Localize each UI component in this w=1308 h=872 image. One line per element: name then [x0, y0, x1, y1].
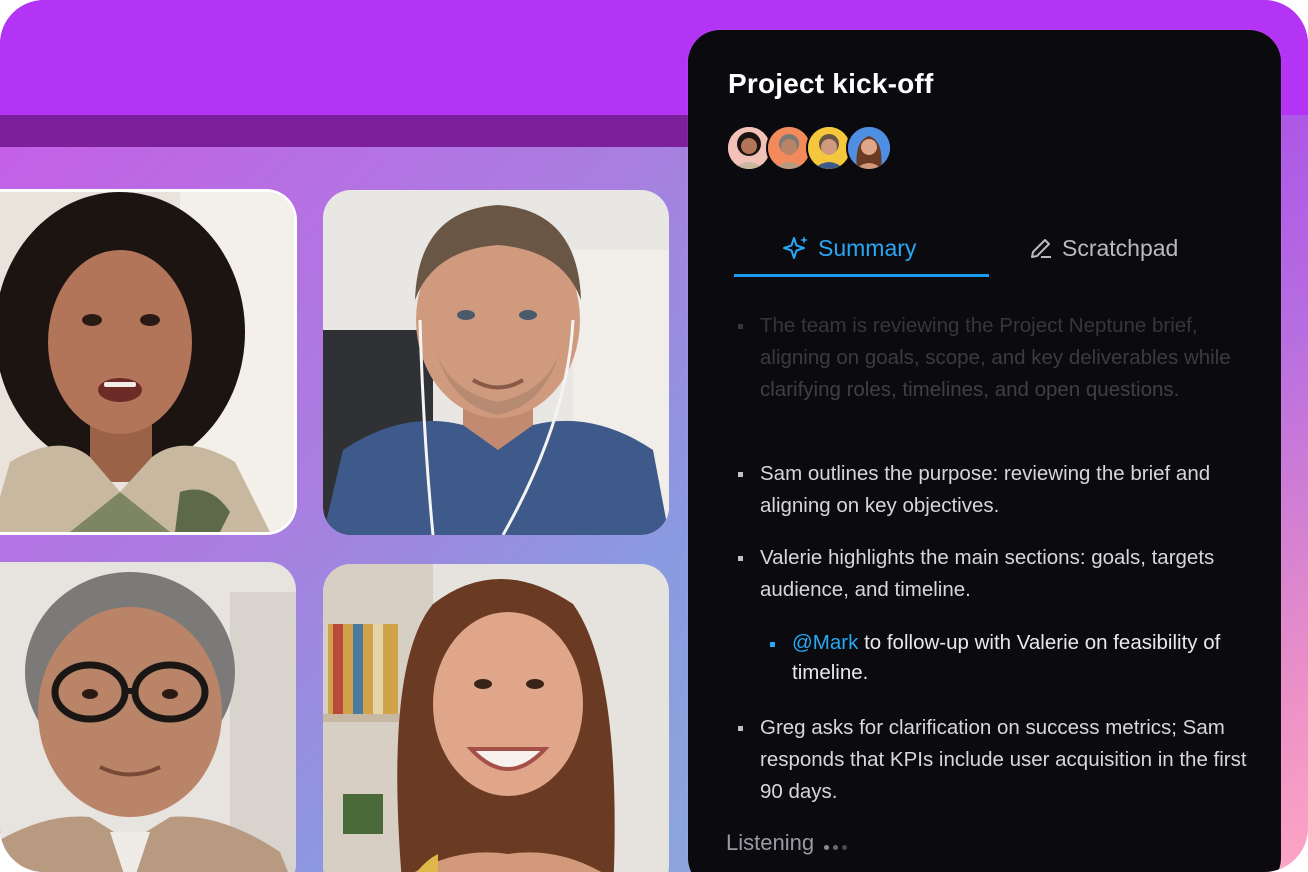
- video-grid: [0, 147, 700, 872]
- summary-action-item: @Mark to follow-up with Valerie on feasi…: [770, 628, 1262, 688]
- summary-item: Greg asks for clarification on success m…: [738, 712, 1260, 808]
- summary-item: Sam outlines the purpose: reviewing the …: [738, 458, 1260, 522]
- listening-label: Listening: [726, 830, 815, 855]
- summary-item-text: Sam outlines the purpose: reviewing the …: [760, 462, 1211, 517]
- summary-item-text: Valerie highlights the main sections: go…: [760, 546, 1215, 601]
- video-tile-participant-1[interactable]: [0, 192, 294, 532]
- listening-dots-icon: [824, 844, 848, 850]
- listening-status: Listening: [726, 830, 848, 856]
- tab-scratchpad[interactable]: Scratchpad: [1028, 218, 1178, 278]
- mention-link[interactable]: @Mark: [792, 631, 858, 654]
- video-tile-participant-3[interactable]: [323, 190, 669, 535]
- video-toolbar-strip: [0, 115, 700, 147]
- avatar[interactable]: [846, 125, 892, 171]
- sparkle-icon: [783, 236, 808, 259]
- participant-4-video: [323, 564, 669, 872]
- participant-1-video: [0, 192, 294, 532]
- pencil-icon: [1031, 239, 1051, 258]
- video-tile-participant-2[interactable]: [0, 562, 296, 872]
- summary-list: The team is reviewing the Project Neptun…: [726, 310, 1256, 830]
- participant-2-video: [0, 562, 296, 872]
- summary-item: The team is reviewing the Project Neptun…: [738, 310, 1260, 406]
- participant-3-video: [323, 190, 669, 535]
- tab-scratchpad-label: Scratchpad: [1062, 234, 1179, 261]
- panel-tabs: Summary Scratchpad: [734, 218, 1244, 278]
- summary-item: Valerie highlights the main sections: go…: [738, 542, 1260, 606]
- app-frame: Project kick-off Summary Scratchpad The …: [0, 0, 1308, 872]
- tab-summary-label: Summary: [818, 234, 917, 261]
- video-tile-participant-4[interactable]: [323, 564, 669, 872]
- meeting-title: Project kick-off: [728, 68, 934, 99]
- summary-item-text: Greg asks for clarification on success m…: [760, 716, 1247, 803]
- meeting-panel: Project kick-off Summary Scratchpad The …: [688, 30, 1281, 872]
- summary-item-text: The team is reviewing the Project Neptun…: [760, 314, 1231, 401]
- active-tab-indicator: [734, 274, 989, 277]
- tab-summary[interactable]: Summary: [782, 218, 916, 278]
